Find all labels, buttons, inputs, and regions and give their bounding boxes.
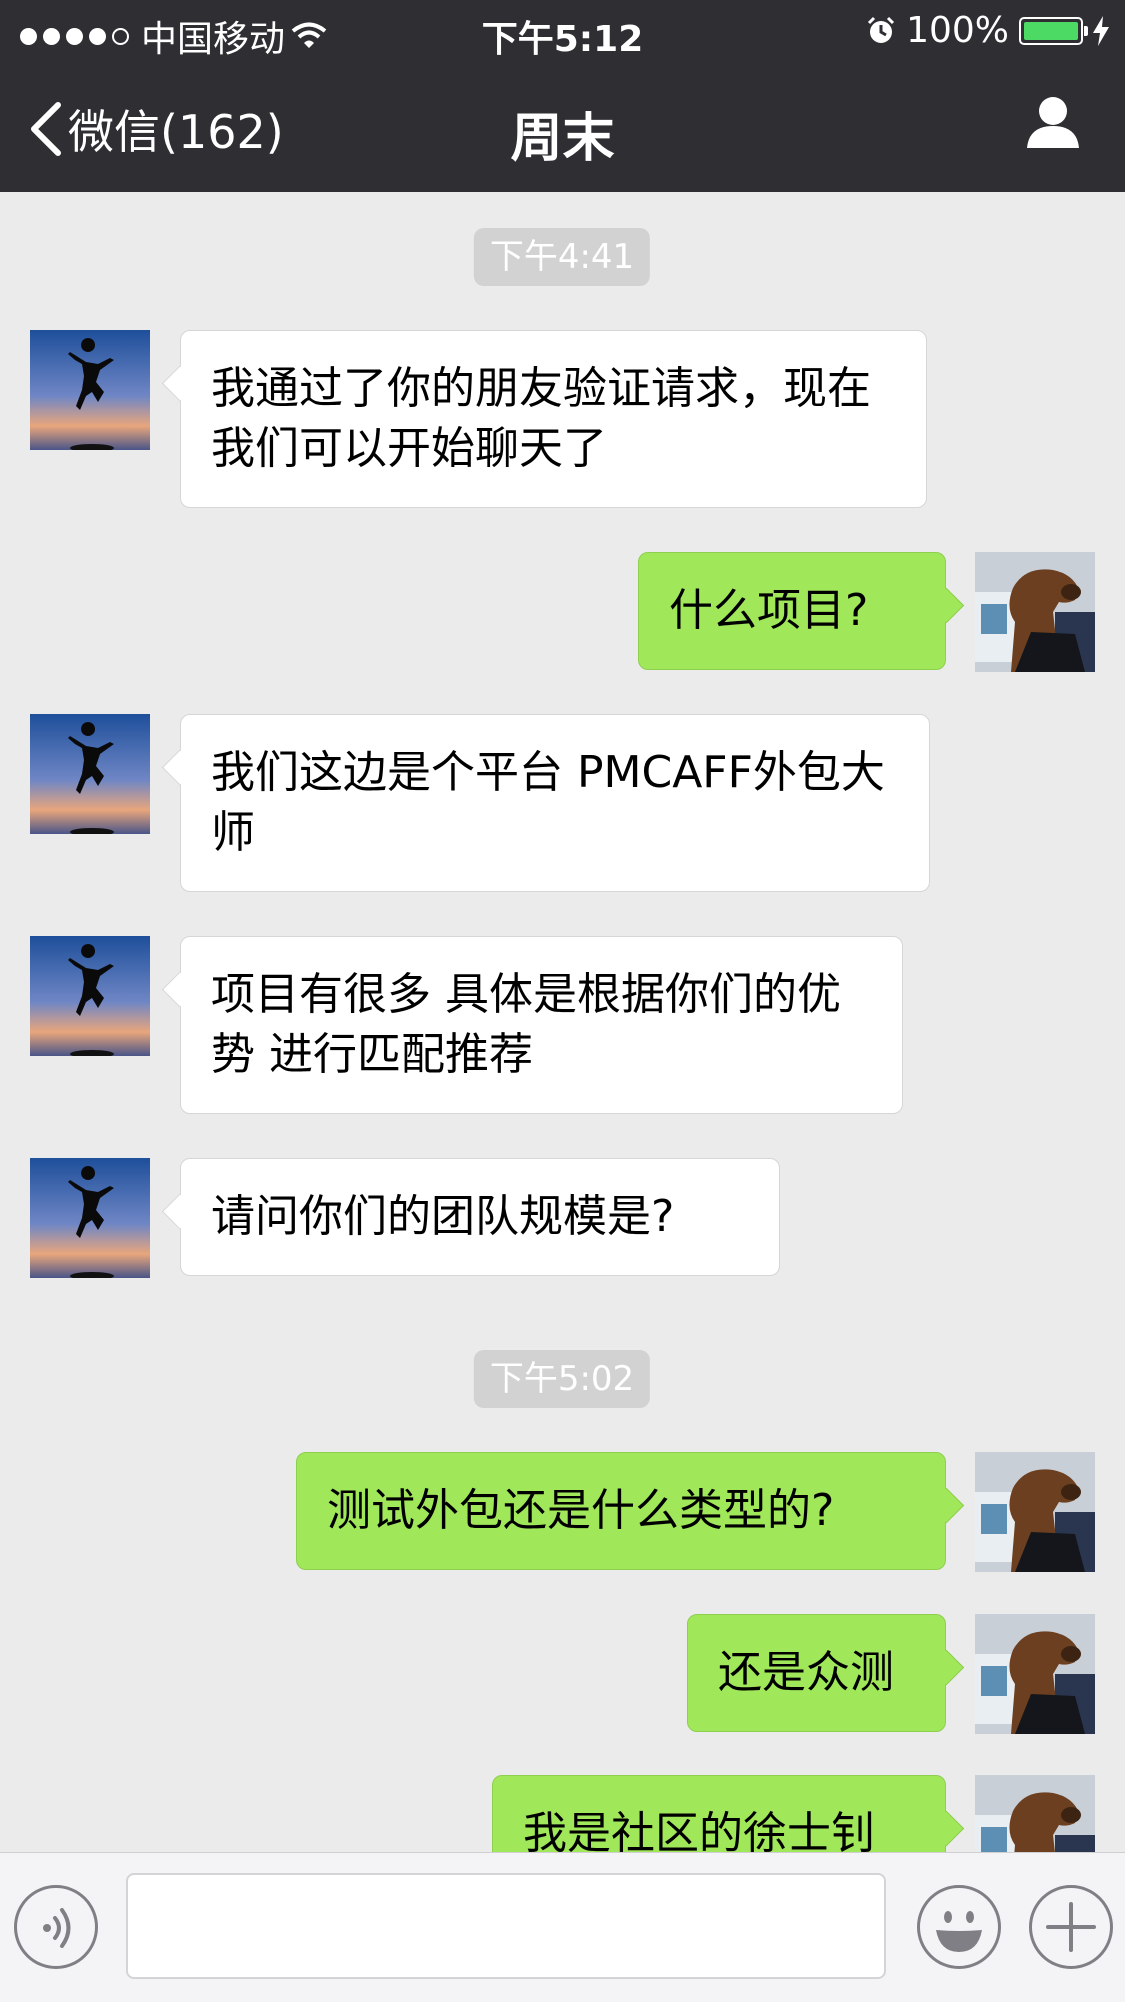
jumping-person-icon	[30, 714, 150, 834]
jumping-person-icon	[30, 330, 150, 450]
horse-mask-icon	[975, 552, 1095, 672]
voice-icon	[43, 1908, 71, 1948]
contact-avatar[interactable]	[30, 714, 150, 834]
emoji-button[interactable]	[917, 1885, 1001, 1969]
person-icon	[1027, 97, 1079, 148]
alarm-icon	[868, 16, 895, 43]
charging-icon	[1093, 15, 1109, 46]
horse-mask-icon	[975, 1452, 1095, 1572]
message-bubble-incoming[interactable]: 我通过了你的朋友验证请求，现在我们可以开始聊天了	[180, 330, 927, 508]
more-button[interactable]	[1029, 1885, 1113, 1969]
navigation-bar: 微信(162) 周末	[0, 62, 1125, 192]
chat-info-button[interactable]	[1025, 94, 1081, 154]
status-right: 100%	[866, 10, 1109, 51]
message-bubble-incoming[interactable]: 项目有很多 具体是根据你们的优势 进行匹配推荐	[180, 936, 903, 1114]
message-bubble-outgoing[interactable]: 我是社区的徐士钊	[492, 1775, 946, 1852]
user-avatar[interactable]	[975, 1614, 1095, 1734]
user-avatar[interactable]	[975, 552, 1095, 672]
battery-percent: 100%	[906, 10, 1009, 51]
message-bubble-incoming[interactable]: 我们这边是个平台 PMCAFF外包大师	[180, 714, 930, 892]
battery-icon	[1019, 16, 1088, 45]
horse-mask-icon	[975, 1614, 1095, 1734]
jumping-person-icon	[30, 936, 150, 1056]
chat-title: 周末	[510, 109, 615, 169]
message-bubble-outgoing[interactable]: 测试外包还是什么类型的?	[296, 1452, 946, 1570]
contact-avatar[interactable]	[30, 936, 150, 1056]
horse-mask-icon	[975, 1775, 1095, 1852]
plus-icon	[1046, 1902, 1096, 1952]
voice-button[interactable]	[14, 1885, 98, 1969]
contact-avatar[interactable]	[30, 330, 150, 450]
status-bar: 中国移动 下午5:12 100%	[0, 0, 1125, 62]
emoji-icon	[936, 1911, 982, 1952]
message-input[interactable]	[126, 1873, 886, 1979]
jumping-person-icon	[30, 1158, 150, 1278]
contact-avatar[interactable]	[30, 1158, 150, 1278]
timestamp: 下午4:41	[473, 228, 651, 286]
message-bubble-outgoing[interactable]: 什么项目?	[638, 552, 946, 670]
message-bubble-incoming[interactable]: 请问你们的团队规模是?	[180, 1158, 780, 1276]
user-avatar[interactable]	[975, 1775, 1095, 1852]
timestamp: 下午5:02	[473, 1350, 651, 1408]
input-bar	[0, 1852, 1125, 2002]
user-avatar[interactable]	[975, 1452, 1095, 1572]
chat-area[interactable]: 下午4:41 我通过了你的朋友验证请求，现在我们可以开始聊天了 什么项目? 我们…	[0, 192, 1125, 1852]
message-bubble-outgoing[interactable]: 还是众测	[687, 1614, 946, 1732]
